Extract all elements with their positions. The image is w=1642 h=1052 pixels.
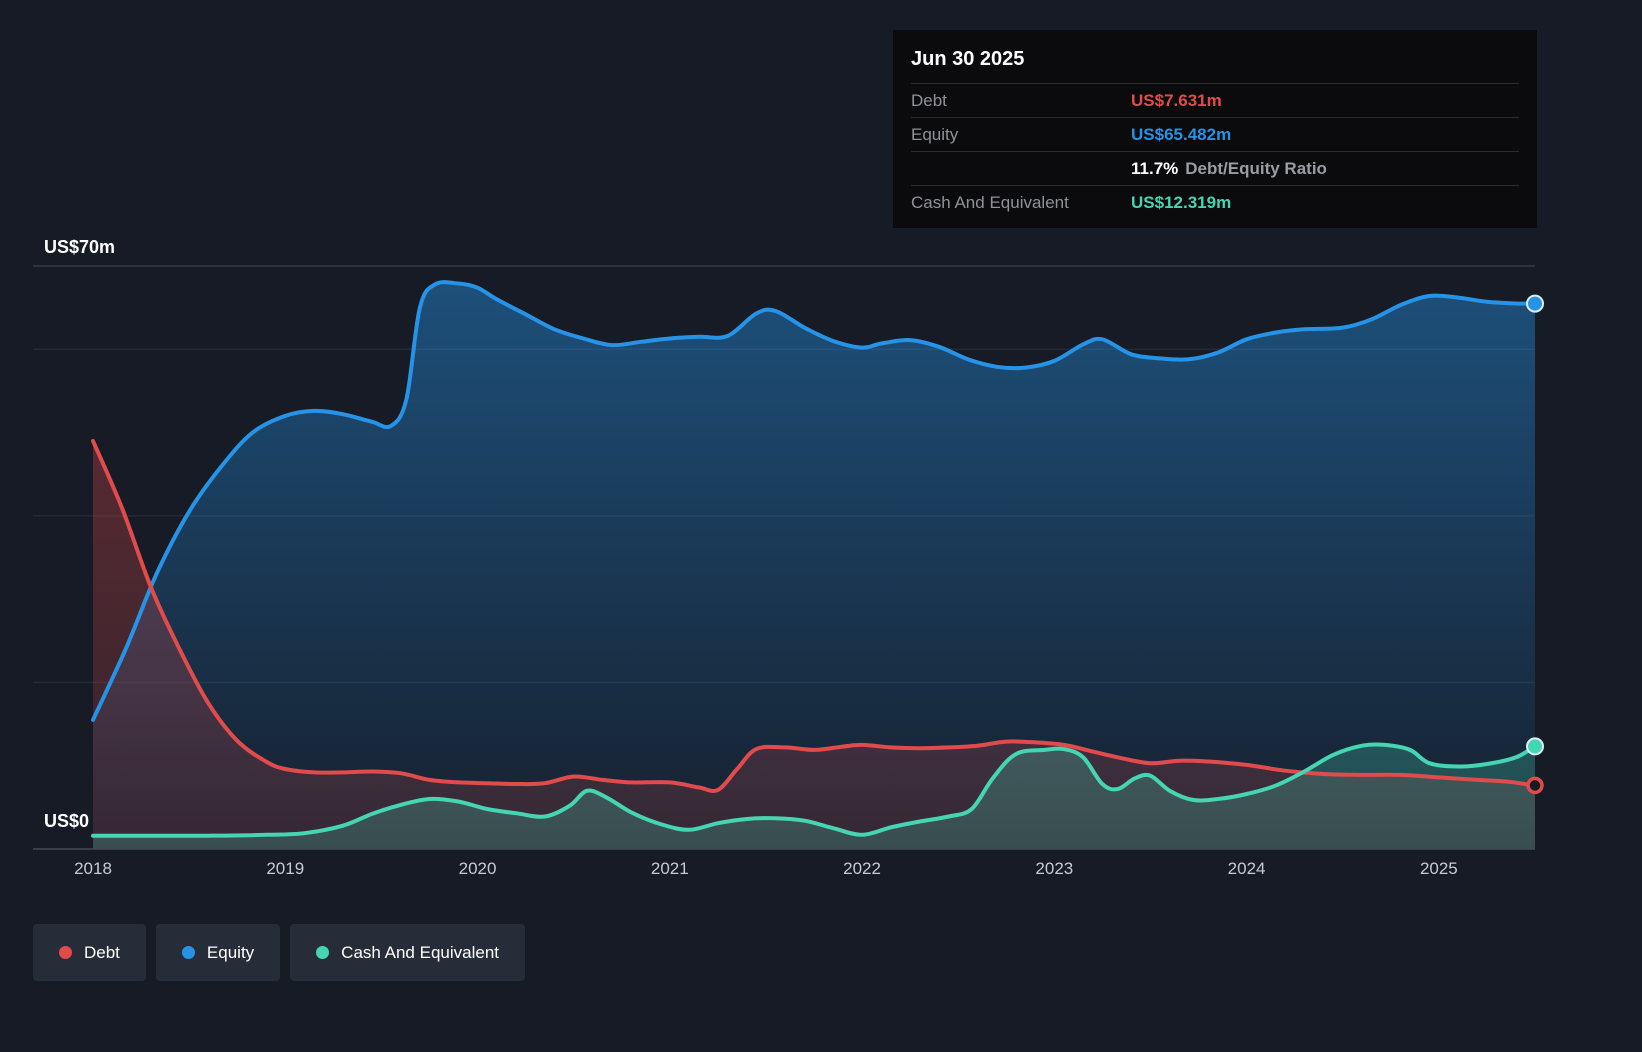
tooltip-row-debt: Debt US$7.631m [911,83,1519,117]
x-tick-label: 2023 [1035,859,1074,878]
tooltip-row-equity: Equity US$65.482m [911,117,1519,151]
tooltip-cash-label: Cash And Equivalent [911,192,1069,212]
tooltip-row-ratio: 11.7% Debt/Equity Ratio [911,151,1519,185]
legend-cash-label: Cash And Equivalent [341,942,500,962]
tooltip-cash-value: US$12.319m [1131,192,1232,212]
legend-equity-label: Equity [206,942,255,962]
x-tick-label: 2022 [843,859,881,878]
debt-equity-ratio-label: Debt/Equity Ratio [1185,158,1327,178]
tooltip-date: Jun 30 2025 [911,48,1025,70]
tooltip-ratio-value: 11.7% Debt/Equity Ratio [1131,159,1519,179]
y-axis-bottom-label: US$0 [44,811,90,831]
y-axis-top-label: US$70m [44,237,116,257]
tooltip-debt-label: Debt [911,90,947,110]
legend-debt-label: Debt [84,942,120,962]
x-tick-label: 2018 [74,859,112,878]
cash-legend-dot-icon [316,946,330,959]
legend-item-cash[interactable]: Cash And Equivalent [290,924,526,981]
x-tick-label: 2024 [1227,859,1266,878]
chart-tooltip: Jun 30 2025 Debt US$7.631m Equity US$65.… [893,30,1537,228]
legend: Debt Equity Cash And Equivalent [33,924,526,981]
legend-item-equity[interactable]: Equity [155,924,281,981]
debt-legend-dot-icon [59,946,72,959]
tooltip-debt-value: US$7.631m [1131,90,1222,110]
tooltip-equity-label: Equity [911,124,959,144]
debt-to-equity-history-panel: Jun 30 2025 Debt US$7.631m Equity US$65.… [0,0,1642,1052]
tooltip-row-cash: Cash And Equivalent US$12.319m [911,185,1519,219]
tooltip-equity-value: US$65.482m [1131,124,1232,144]
x-tick-label: 2019 [266,859,305,878]
x-tick-label: 2020 [458,859,497,878]
equity-legend-dot-icon [181,946,195,959]
x-tick-label: 2025 [1419,859,1458,878]
debt-equity-ratio-percent: 11.7% [1131,158,1179,178]
x-tick-label: 2021 [650,859,689,878]
legend-item-debt[interactable]: Debt [33,924,146,981]
